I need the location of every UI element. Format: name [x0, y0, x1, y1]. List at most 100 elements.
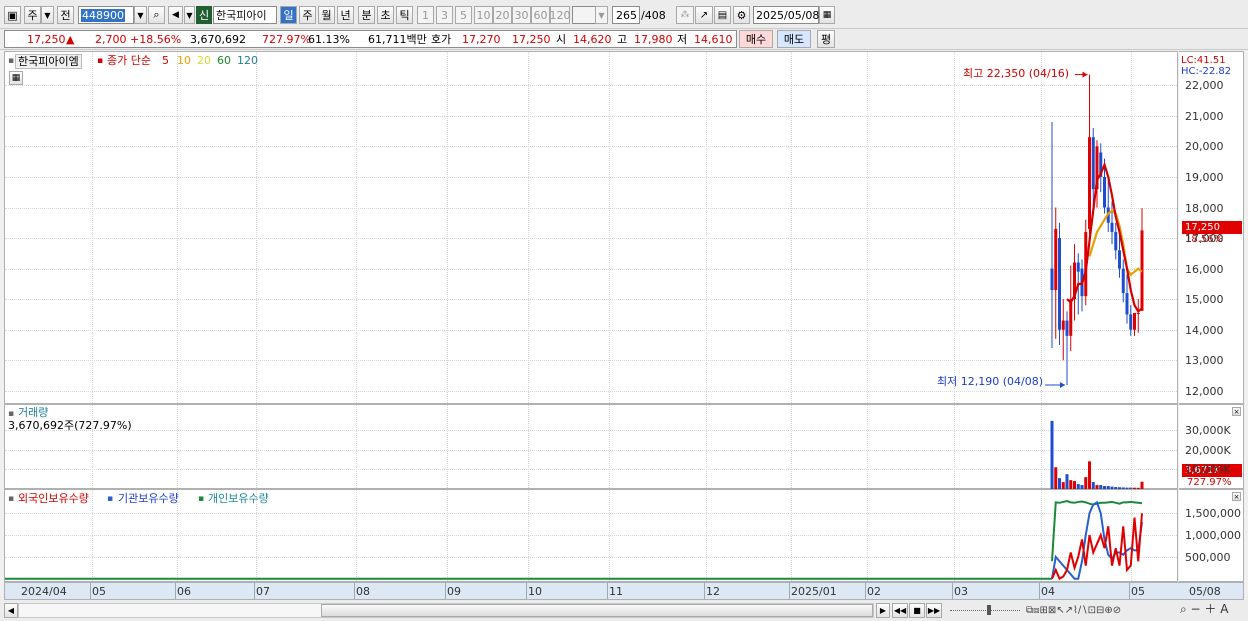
stop-icon[interactable]: ■ [909, 603, 925, 618]
speed-slider-track[interactable] [950, 610, 1020, 611]
period-week-button[interactable]: 주 [299, 6, 316, 24]
settings-gear-icon[interactable]: ⚙ [733, 6, 750, 24]
rewind-icon[interactable]: ◀◀ [892, 603, 908, 618]
new-listing-badge: 신 [196, 6, 212, 24]
stock-name-field[interactable]: 한국피아이 [213, 6, 277, 24]
price-tick-label: 21,000 [1185, 109, 1224, 123]
price-chart-pane[interactable]: ▪ 한국피아이엠 ▪ 종가 단순 5 10 20 60 120 ▦ 최고 22,… [4, 51, 1178, 404]
interval-30-button[interactable]: 30 [512, 6, 531, 24]
market-type-label: 주 [27, 9, 38, 22]
volume-bar [1088, 461, 1091, 489]
candle-body [1129, 314, 1133, 330]
calendar-icon[interactable]: ▦ [819, 6, 835, 24]
window-menu-icon[interactable]: ▣ [4, 6, 21, 24]
evaluate-button[interactable]: 평 [817, 30, 835, 48]
scroll-right-icon[interactable]: ▶ [876, 603, 890, 618]
ma20-label[interactable]: 20 [197, 54, 211, 67]
buy-label: 매수 [745, 33, 767, 46]
candle-body [1069, 299, 1073, 336]
market-type-select[interactable]: 주 [24, 6, 41, 24]
x-tick-label: 05/08 [1189, 585, 1221, 598]
candle-count-input[interactable]: 265 [612, 6, 640, 24]
scroll-thumb[interactable] [321, 604, 873, 617]
scroll-left-icon[interactable]: ◀ [4, 603, 18, 618]
legend-indiv-handle-icon: ▪ [198, 494, 205, 504]
chevron-down-icon[interactable]: ▼ [41, 6, 54, 24]
interval-label: 60 [533, 8, 548, 22]
period-label: 주 [302, 9, 313, 22]
period-year-button[interactable]: 년 [337, 6, 354, 24]
period-minute-button[interactable]: 분 [358, 6, 375, 24]
prev-button[interactable]: 전 [57, 6, 74, 24]
period-second-button[interactable]: 초 [377, 6, 394, 24]
candle-body [1088, 137, 1091, 229]
zoom-tools-icons[interactable]: ⌕ − ＋ A [1180, 603, 1228, 616]
new-badge-label: 신 [198, 9, 210, 22]
legend-foreign[interactable]: 외국인보유수량 [18, 492, 89, 505]
candle-body [1054, 228, 1058, 290]
holding-chart-svg [5, 500, 1143, 581]
main-toolbar: ▣ 주 ▼ 전 448900 ▼ ⌕ ◀ ▼ 신 한국피아이 일 주 월 년 분… [0, 0, 1248, 29]
volume-axis: × 3,671K 727.97% 10,000K 20,000K 30,000K [1179, 404, 1244, 489]
volume-bar [1069, 480, 1073, 489]
period-day-button[interactable]: 일 [280, 6, 297, 24]
pane-close-icon[interactable]: × [1232, 492, 1241, 501]
sell-label: 매도 [783, 33, 805, 46]
x-tick-mark [354, 583, 355, 599]
period-label: 년 [340, 9, 351, 22]
interval-5-button[interactable]: 5 [455, 6, 472, 24]
bid-label: 호가 [431, 33, 452, 46]
x-tick-label: 11 [609, 585, 623, 598]
pane-close-icon[interactable]: × [1232, 407, 1241, 416]
holding-axis: × 500,000 1,000,000 1,500,000 [1179, 489, 1244, 582]
trend-tool-icon[interactable]: ↗ [695, 6, 713, 24]
code-dropdown-chevron-icon[interactable]: ▼ [134, 6, 147, 24]
holding-chart-pane[interactable]: ▪ 외국인보유수량 ▪ 기관보유수량 ▪ 개인보유수량 [4, 489, 1178, 582]
fast-forward-icon[interactable]: ▶▶ [926, 603, 942, 618]
ma120-label[interactable]: 120 [237, 54, 258, 67]
volume-pane-title[interactable]: 거래량 [18, 406, 48, 419]
interval-1-button[interactable]: 1 [417, 6, 434, 24]
current-price: 17,250 [27, 33, 66, 46]
candle-body [1058, 238, 1061, 330]
stock-code-input[interactable]: 448900 [78, 6, 134, 24]
save-icon[interactable]: ▤ [714, 6, 731, 24]
ma60-label[interactable]: 60 [217, 54, 231, 67]
interval-60-button[interactable]: 60 [531, 6, 550, 24]
price-chart-svg [1045, 71, 1144, 389]
interval-20-button[interactable]: 20 [493, 6, 512, 24]
search-icon[interactable]: ⌕ [148, 6, 165, 24]
scroll-track[interactable] [18, 603, 874, 618]
speaker-chevron-icon[interactable]: ▼ [184, 6, 195, 24]
volume-chart-pane[interactable]: ▪ 거래량 3,670,692주(727.97%) [4, 404, 1178, 489]
x-tick-mark [1039, 583, 1040, 599]
interval-120-button[interactable]: 120 [550, 6, 571, 24]
pane-handle-icon[interactable]: ▪ [8, 55, 14, 68]
interval-label: 3 [441, 8, 448, 22]
period-month-button[interactable]: 월 [318, 6, 335, 24]
x-tick-label: 05 [92, 585, 106, 598]
interval-3-button[interactable]: 3 [436, 6, 453, 24]
legend-institution[interactable]: 기관보유수량 [118, 492, 179, 505]
x-tick-label: 2024/04 [21, 585, 67, 598]
interval-10-button[interactable]: 10 [474, 6, 493, 24]
custom-interval-chevron-icon[interactable]: ▼ [595, 6, 608, 24]
price-pane-title[interactable]: 한국피아이엠 [15, 54, 82, 69]
legend-individual[interactable]: 개인보유수량 [208, 492, 269, 505]
candle-body [1136, 312, 1140, 314]
speaker-icon[interactable]: ◀ [168, 6, 183, 24]
buy-button[interactable]: 매수 [739, 30, 773, 48]
period-tick-button[interactable]: 틱 [396, 6, 413, 24]
pane-handle-icon[interactable]: ▪ [8, 493, 14, 506]
turnover-rate: 61.13% [308, 33, 350, 46]
drawing-tools-icons[interactable]: ⧉⧈⊞⊠↖↗⌇∕∖⊡⊟⊕⊘ [1026, 604, 1121, 617]
ma-label[interactable]: 종가 단순 [107, 54, 151, 67]
ma10-label[interactable]: 10 [177, 54, 191, 67]
speed-slider-thumb[interactable] [987, 605, 991, 615]
sell-button[interactable]: 매도 [777, 30, 811, 48]
table-grid-icon[interactable]: ▦ [9, 71, 23, 85]
date-input[interactable]: 2025/05/08 [753, 6, 819, 24]
interval-label: 5 [460, 8, 467, 22]
compare-icon[interactable]: ⁂ [676, 6, 694, 24]
ma5-label[interactable]: 5 [162, 54, 169, 67]
